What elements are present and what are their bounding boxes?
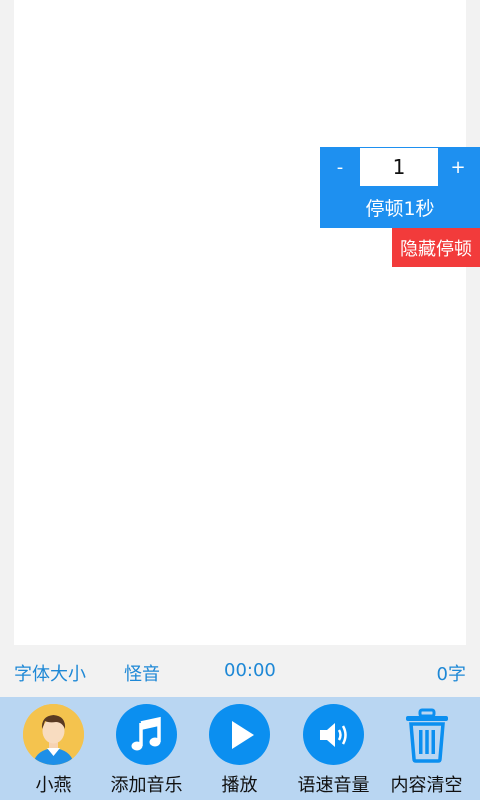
play-button[interactable]: 播放	[193, 704, 286, 797]
clear-content-button[interactable]: 内容清空	[380, 704, 473, 797]
pause-panel: - 1 + 停顿1秒	[320, 147, 480, 228]
text-editor-area[interactable]	[14, 0, 466, 645]
trash-icon	[396, 704, 457, 765]
status-bar: 字体大小 怪音 00:00 0字	[0, 645, 480, 697]
play-icon	[209, 704, 270, 765]
pause-stepper: - 1 +	[320, 147, 480, 187]
play-label: 播放	[221, 775, 258, 796]
avatar-icon	[23, 704, 84, 765]
speaker-icon	[303, 704, 364, 765]
voice-select-label: 小燕	[35, 775, 72, 796]
clear-content-label: 内容清空	[390, 775, 463, 796]
pause-value-field[interactable]: 1	[360, 148, 438, 186]
hide-pause-button[interactable]: 隐藏停顿	[392, 228, 480, 267]
music-note-icon	[116, 704, 177, 765]
speed-volume-label: 语速音量	[297, 775, 370, 796]
add-music-button[interactable]: 添加音乐	[100, 704, 193, 797]
insert-pause-button[interactable]: 停顿1秒	[320, 187, 480, 228]
speed-volume-button[interactable]: 语速音量	[287, 704, 380, 797]
font-size-button[interactable]: 字体大小	[14, 660, 86, 686]
pause-increase-button[interactable]: +	[438, 147, 478, 187]
char-count: 0字	[436, 664, 466, 685]
bottom-toolbar: 小燕 添加音乐 播放 语速音量 内容清空	[0, 697, 480, 800]
duration-readout: 00:00	[224, 660, 276, 681]
pause-decrease-button[interactable]: -	[320, 147, 360, 187]
add-music-label: 添加音乐	[110, 775, 183, 796]
voice-effect-button[interactable]: 怪音	[124, 660, 160, 686]
voice-select-button[interactable]: 小燕	[7, 704, 100, 797]
